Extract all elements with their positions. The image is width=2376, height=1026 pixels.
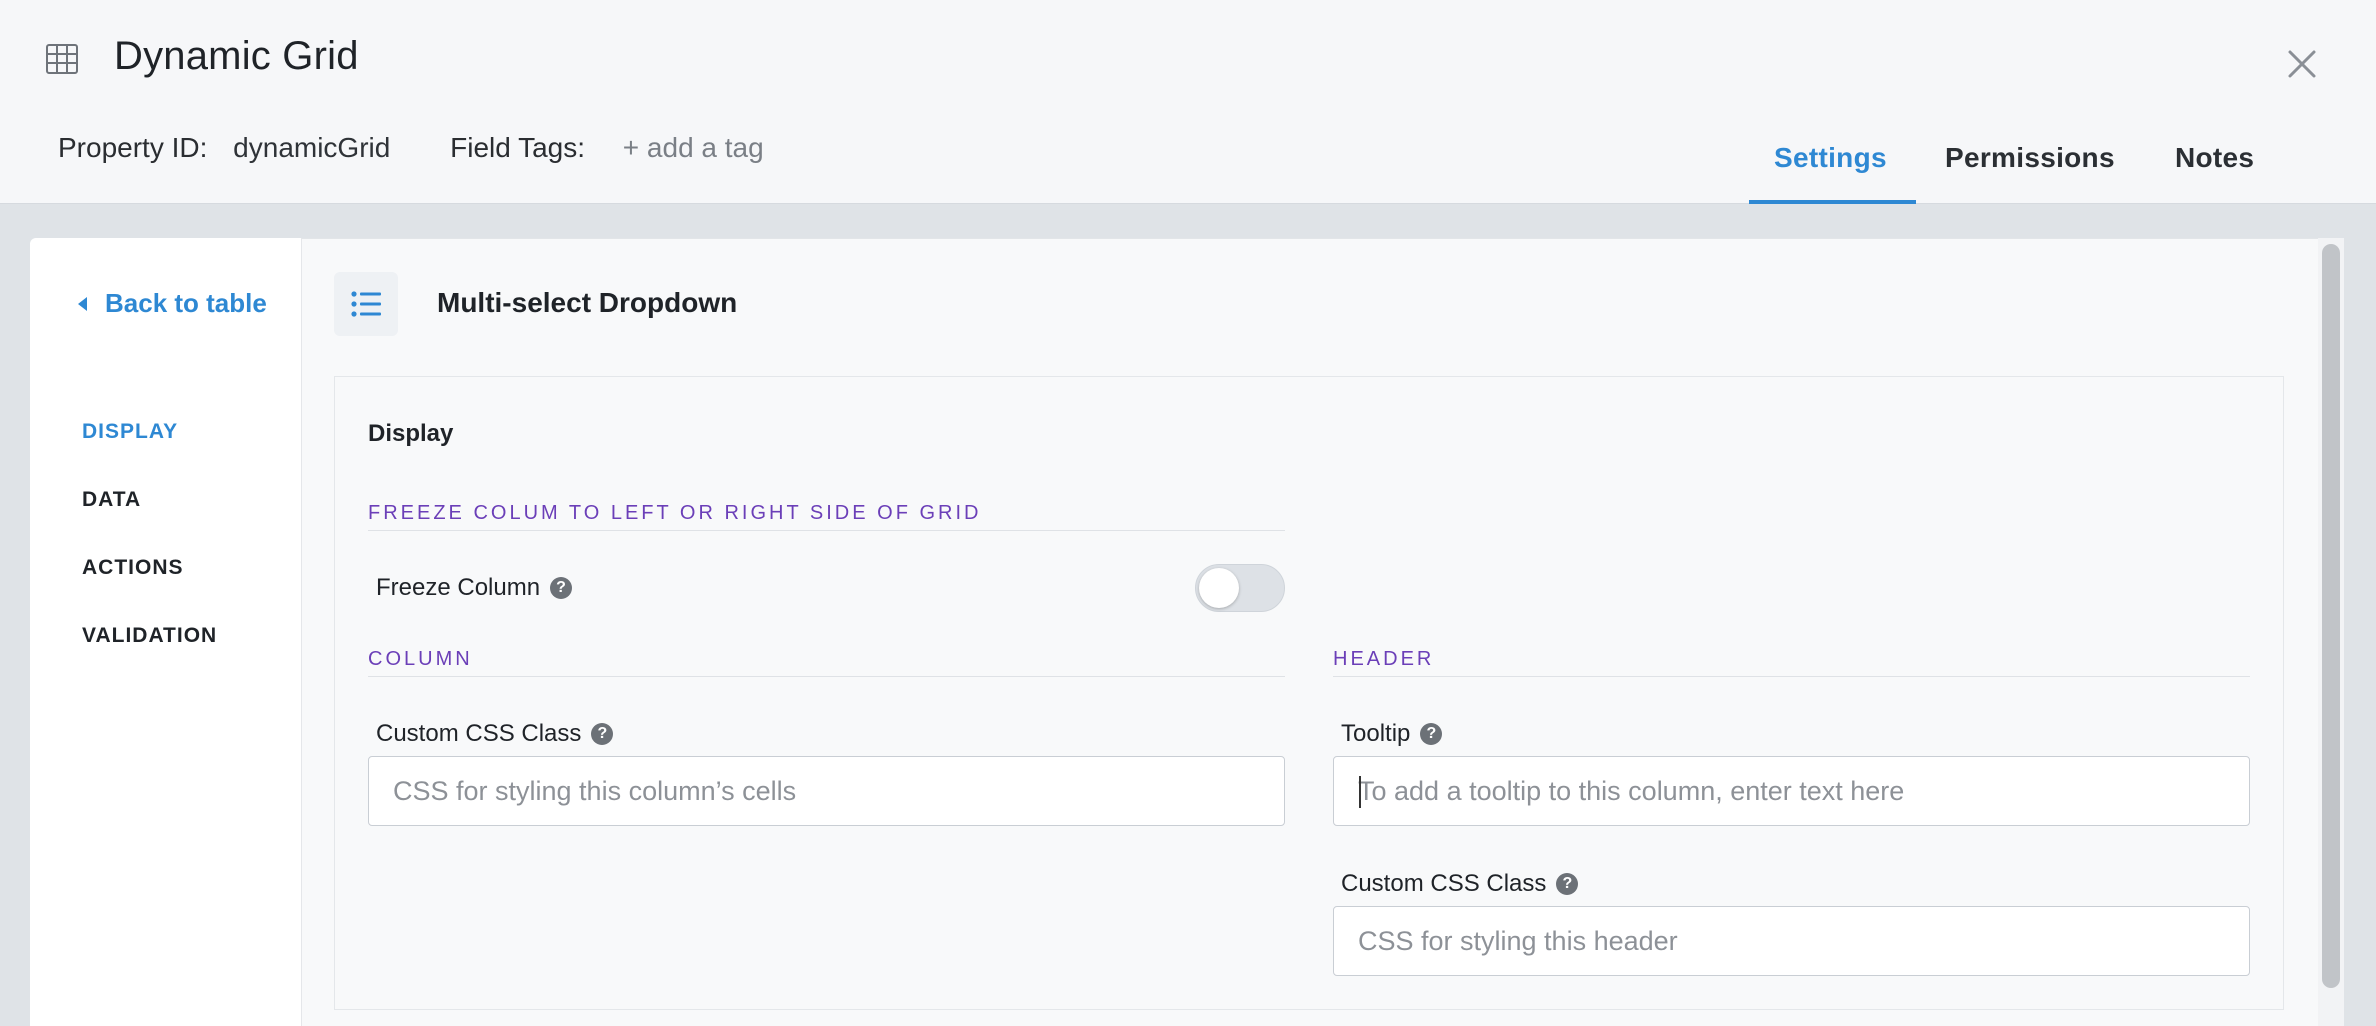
tooltip-field: Tooltip ? [1341, 720, 1443, 748]
grid-icon [46, 44, 78, 74]
back-to-table-link[interactable]: Back to table [78, 288, 267, 319]
header-group-divider [1333, 676, 2250, 677]
header-css-input[interactable] [1333, 906, 2250, 976]
page-title: Dynamic Grid [114, 34, 359, 78]
freeze-column-field: Freeze Column ? [376, 574, 573, 602]
widget-icon-box [334, 272, 398, 336]
tab-permissions[interactable]: Permissions [1945, 142, 2115, 174]
tab-notes[interactable]: Notes [2175, 142, 2254, 174]
field-tags-label: Field Tags: [450, 132, 586, 163]
header-css-label: Custom CSS Class [1341, 870, 1547, 897]
scrollbar-thumb[interactable] [2322, 244, 2340, 988]
freeze-group-label: FREEZE COLUM TO LEFT OR RIGHT SIDE OF GR… [368, 502, 982, 524]
column-group-divider [368, 676, 1285, 677]
column-css-input[interactable] [368, 756, 1285, 826]
column-css-field: Custom CSS Class ? [376, 720, 614, 748]
column-css-label: Custom CSS Class [376, 720, 582, 747]
help-icon[interactable]: ? [550, 577, 573, 599]
tooltip-input[interactable] [1333, 756, 2250, 826]
tab-settings[interactable]: Settings [1774, 142, 1887, 174]
tooltip-label: Tooltip [1341, 720, 1411, 747]
sidebar-item-actions[interactable]: ACTIONS [82, 556, 184, 580]
add-tag-button[interactable]: + add a tag [623, 132, 764, 164]
sidebar-item-validation[interactable]: VALIDATION [82, 624, 217, 648]
header-css-field: Custom CSS Class ? [1341, 870, 1579, 898]
caret-left-icon [78, 296, 87, 311]
text-cursor [1359, 776, 1361, 808]
property-id-label: Property ID: [58, 132, 208, 163]
header-group-label: HEADER [1333, 648, 1435, 670]
sidebar-item-data[interactable]: DATA [82, 488, 141, 512]
active-tab-indicator [1749, 200, 1916, 204]
toggle-knob [1199, 568, 1239, 608]
close-icon[interactable] [2284, 46, 2320, 82]
freeze-column-toggle[interactable] [1195, 564, 1285, 612]
list-icon [351, 291, 381, 317]
property-id-value: dynamicGrid [233, 132, 391, 163]
help-icon[interactable]: ? [1556, 873, 1579, 895]
section-title: Display [368, 420, 454, 447]
freeze-column-label: Freeze Column [376, 574, 541, 601]
freeze-group-divider [368, 530, 1285, 531]
column-group-label: COLUMN [368, 648, 473, 670]
help-icon[interactable]: ? [1420, 723, 1443, 745]
back-to-table-label: Back to table [105, 288, 267, 318]
help-icon[interactable]: ? [591, 723, 614, 745]
sidebar-item-display[interactable]: DISPLAY [82, 420, 178, 444]
widget-title: Multi-select Dropdown [437, 287, 738, 318]
property-row: Property ID: dynamicGrid Field Tags: + a… [58, 132, 764, 164]
